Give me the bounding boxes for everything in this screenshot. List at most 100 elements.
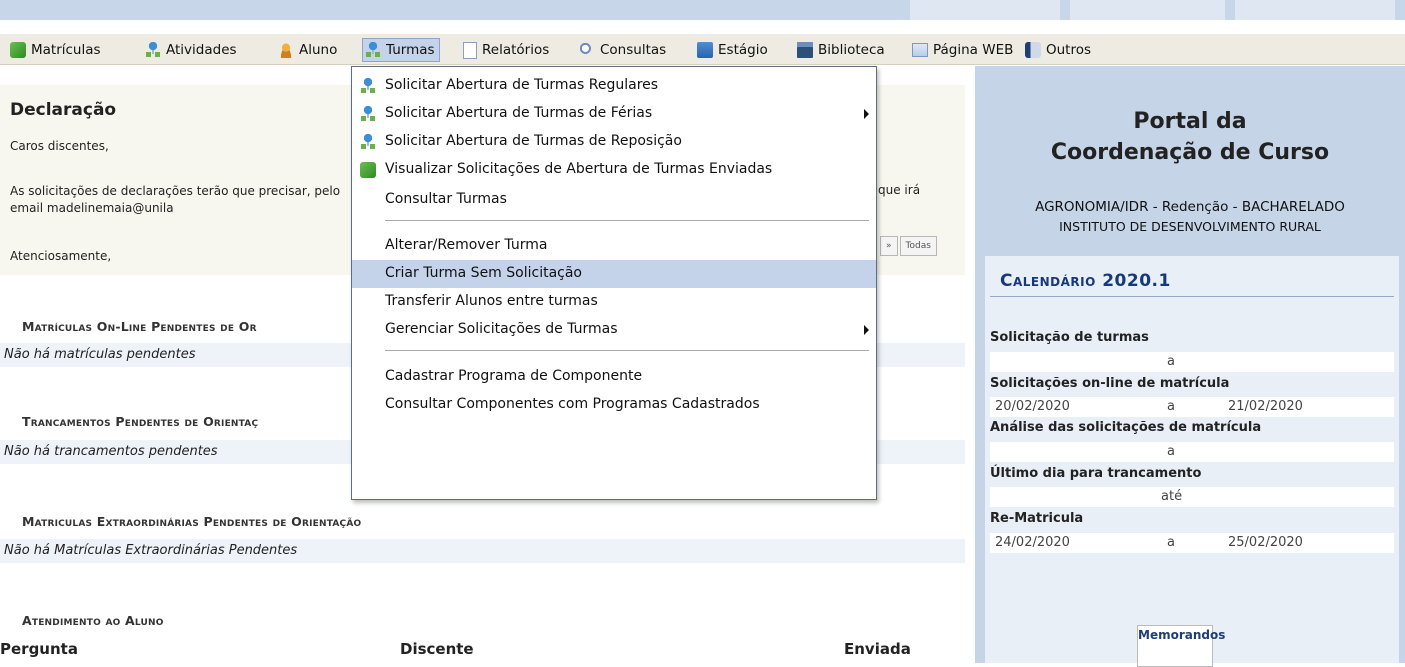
menu-label: Matrículas [31,42,101,58]
menu-label: Relatórios [482,42,550,58]
portal-institute: INSTITUTO DE DESENVOLVIMENTO RURAL [1059,219,1321,234]
consultas-icon [579,42,595,58]
turmas-icon [365,42,381,58]
calendar-entry-label: Último dia para trancamento [990,466,1202,481]
biblioteca-icon [797,42,813,58]
matriculas-pendentes-title: Matrículas On-Line Pendentes de Or [22,319,257,334]
turma-icon [360,134,376,150]
trancamentos-pendentes-title: Trancamentos Pendentes de Orientaç [22,414,259,429]
atividades-icon [145,42,161,58]
menu-label: Consultas [600,42,667,58]
menu-pagina-web[interactable]: Página WEB [912,39,1013,61]
dropdown-item-submenu[interactable]: Solicitar Abertura de Turmas de Férias [352,100,876,128]
calendar-entry-label: Re-Matricula [990,511,1084,526]
calendar-end: 25/02/2020 [1228,535,1303,550]
dropdown-item-label: Solicitar Abertura de Turmas de Férias [385,105,653,121]
calendar-panel: Calendário 2020.1 Solicitação de turmas … [985,256,1399,626]
submenu-arrow-icon [864,325,869,335]
dropdown-item[interactable]: Transferir Alunos entre turmas [352,288,876,316]
calendar-divider [990,296,1394,297]
atendimento-title: Atendimento ao Aluno [22,613,164,628]
calendar-start: 24/02/2020 [995,535,1070,550]
menu-label: Página WEB [933,42,1014,58]
col-pergunta: Pergunta [0,640,78,658]
menu-matriculas[interactable]: Matrículas [10,39,101,61]
dropdown-item-submenu[interactable]: Gerenciar Solicitações de Turmas [352,316,876,344]
dropdown-item[interactable]: Consultar Turmas [352,186,876,214]
calendar-entry-label: Solicitações on-line de matrícula [990,376,1230,391]
dropdown-item-label: Solicitar Abertura de Turmas Regulares [385,77,659,93]
menu-label: Atividades [166,42,237,58]
calendar-sep: a [1167,399,1175,414]
memorandos-button[interactable]: Memorandos [1137,625,1225,667]
dropdown-item[interactable]: Consultar Componentes com Programas Cada… [352,391,876,419]
turma-icon [360,106,376,122]
estagio-icon [697,42,713,58]
outros-icon [1025,42,1041,58]
dropdown-item-label: Criar Turma Sem Solicitação [385,265,582,281]
portal-title: Portal da Coordenação de Curso [975,106,1405,168]
dropdown-item-label: Consultar Turmas [385,191,507,207]
portal-title-line2: Coordenação de Curso [1050,140,1330,165]
menu-label: Estágio [718,42,768,58]
extraordinarias-title: Matriculas Extraordinárias Pendentes de … [22,514,362,529]
submenu-arrow-icon [864,109,869,119]
dropdown-item[interactable]: Solicitar Abertura de Turmas de Reposiçã… [352,128,876,156]
dropdown-item[interactable]: Cadastrar Programa de Componente [352,363,876,391]
menu-label: Outros [1046,42,1092,58]
dropdown-separator [385,350,869,351]
visualizar-icon [360,162,376,178]
dropdown-item-label: Transferir Alunos entre turmas [385,293,598,309]
calendar-start: 20/02/2020 [995,399,1070,414]
calendar-title: Calendário 2020.1 [1000,271,1171,291]
calendar-sep: a [1167,354,1175,369]
menu-atividades[interactable]: Atividades [145,39,237,61]
dropdown-item[interactable]: Alterar/Remover Turma [352,232,876,260]
portal-title-line1: Portal da [1133,109,1247,134]
calendar-entry-row: 24/02/2020 a 25/02/2020 [990,533,1394,553]
calendar-entry-row: a [990,442,1394,462]
menu-consultas[interactable]: Consultas [579,39,666,61]
atendimento-table-header: Pergunta Discente Enviada [0,640,965,664]
top-strip-block [910,0,1060,20]
menu-relatorios[interactable]: Relatórios [463,39,549,61]
declaracao-body: As solicitações de declarações terão que… [10,184,341,215]
menu-outros[interactable]: Outros [1025,39,1091,61]
calendar-entry-row: a [990,352,1394,372]
dropdown-item-label: Visualizar Solicitações de Abertura de T… [385,161,773,177]
dropdown-item[interactable]: Visualizar Solicitações de Abertura de T… [352,156,876,184]
dropdown-item-label: Cadastrar Programa de Componente [385,368,643,384]
pagina-web-icon [912,43,928,57]
calendar-sep: a [1167,444,1175,459]
portal-sidebar: Portal da Coordenação de Curso AGRONOMIA… [975,66,1405,667]
col-enviada: Enviada [844,640,911,658]
calendar-sep: até [1161,489,1183,504]
top-strip-block [1070,0,1225,20]
menu-biblioteca[interactable]: Biblioteca [797,39,885,61]
portal-course: AGRONOMIA/IDR - Redenção - BACHARELADO [1035,199,1345,215]
top-strip [0,0,1405,20]
calendar-end: 21/02/2020 [1228,399,1303,414]
dropdown-item[interactable]: Solicitar Abertura de Turmas Regulares [352,72,876,100]
calendar-entry-row: 20/02/2020 a 21/02/2020 [990,397,1394,417]
top-strip-block [1235,0,1395,20]
declaracao-body-right: que irá [878,183,921,197]
extraordinarias-empty: Não há Matrículas Extraordinárias Penden… [0,539,965,563]
menu-turmas[interactable]: Turmas [362,38,440,62]
calendar-entry-label: Análise das solicitações de matrícula [990,420,1262,435]
calendar-sep: a [1167,535,1175,550]
matriculas-icon [10,42,26,58]
turma-icon [360,78,376,94]
declaracao-title: Declaração [10,100,117,120]
declaracao-greeting: Caros discentes, [10,139,109,153]
pager-all-button[interactable]: Todas [899,236,937,256]
menu-aluno[interactable]: Aluno [278,39,337,61]
pager-next-button[interactable]: » [880,236,898,256]
dropdown-item-highlighted[interactable]: Criar Turma Sem Solicitação [352,260,876,288]
dropdown-item-label: Consultar Componentes com Programas Cada… [385,396,760,412]
main-menu-bar: Matrículas Atividades Aluno Turmas Relat… [0,34,1405,65]
menu-label: Aluno [299,42,338,58]
dropdown-separator [385,220,869,221]
menu-estagio[interactable]: Estágio [697,39,768,61]
menu-label: Turmas [386,42,435,58]
